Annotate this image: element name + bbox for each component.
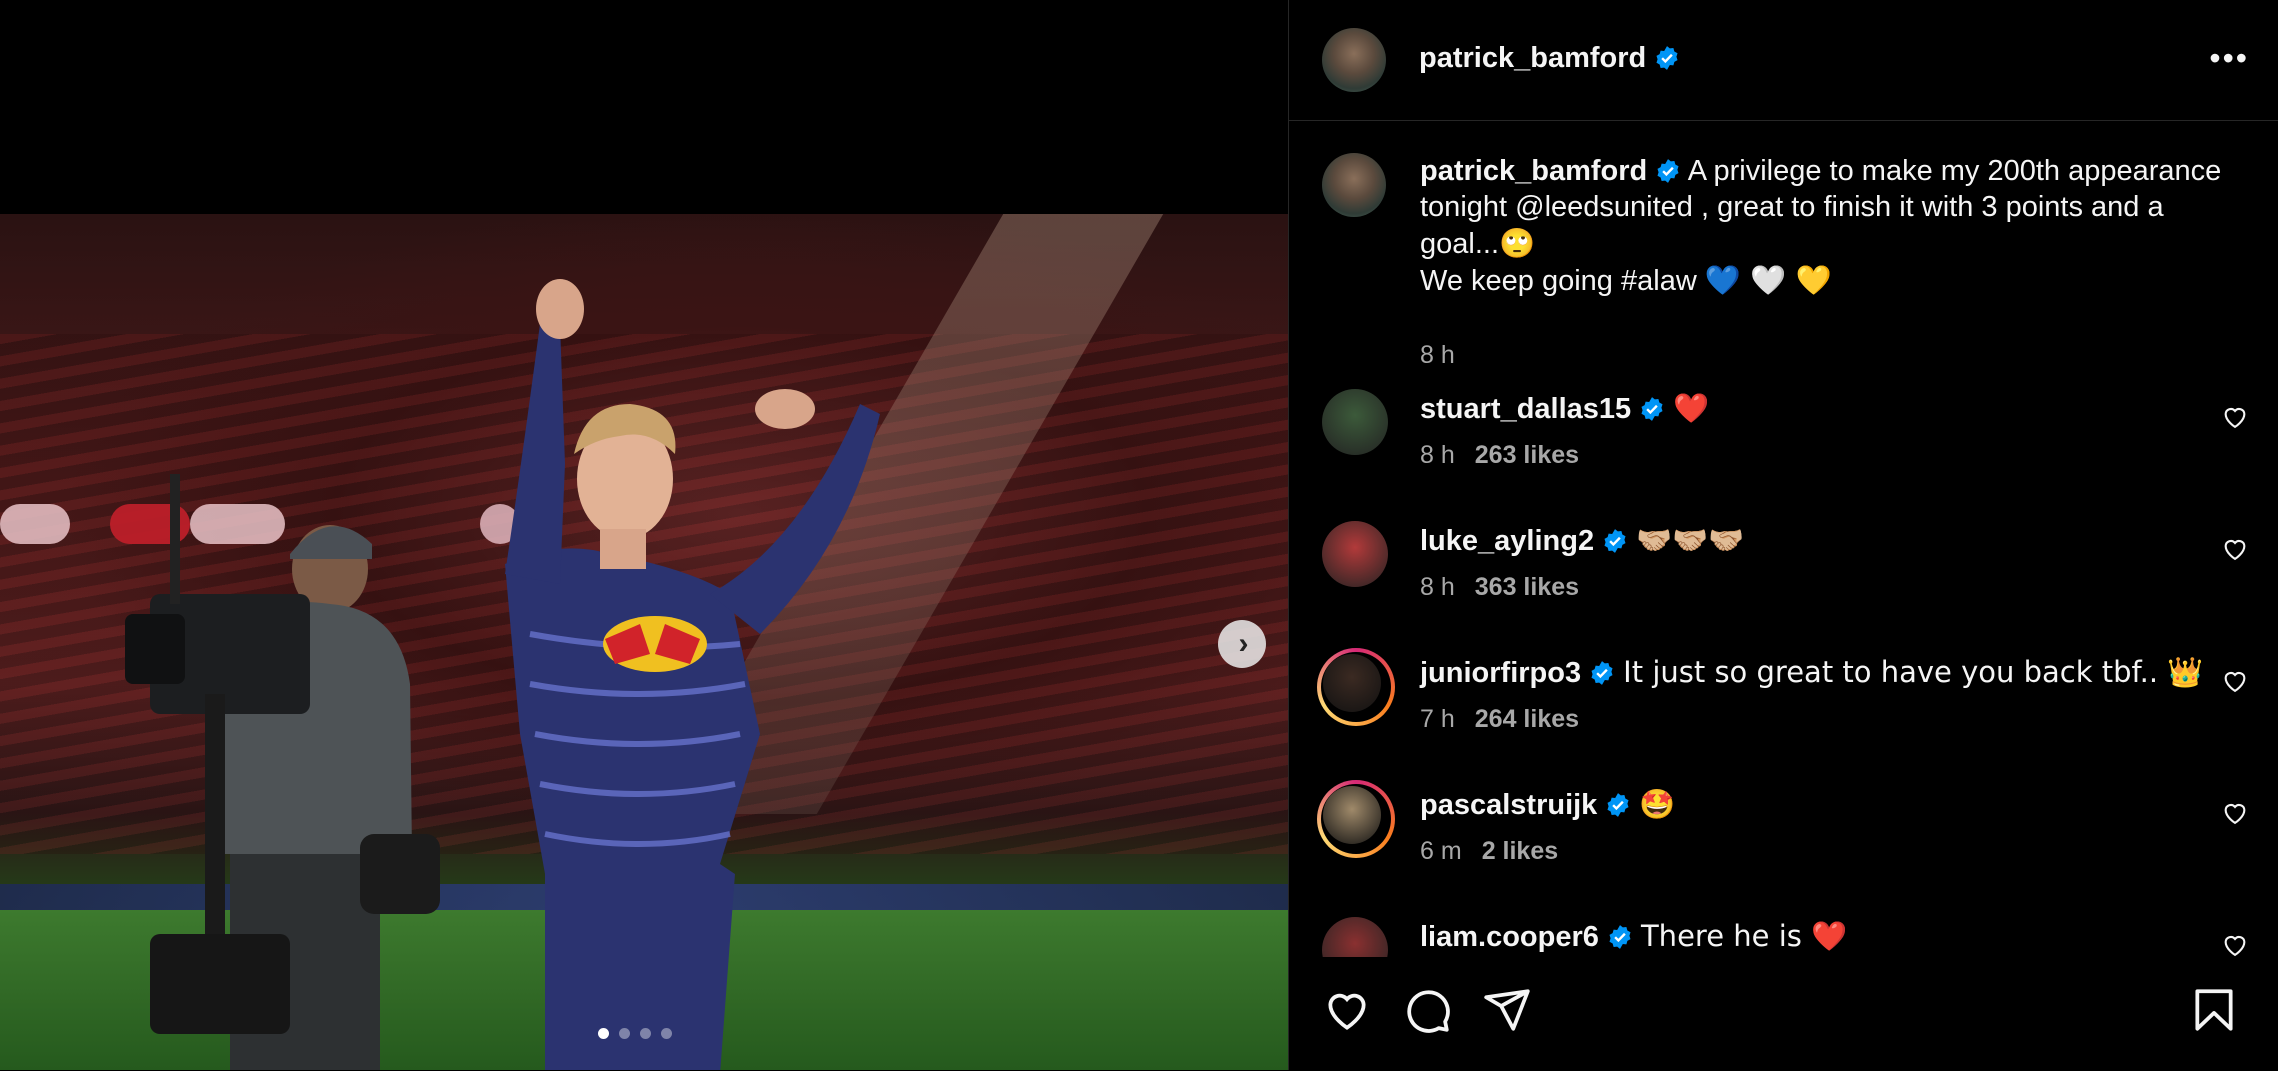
bookmark-icon[interactable] <box>2189 985 2239 1035</box>
comment-text: luke_ayling2 🤝🏼🤝🏼🤝🏼 <box>1420 523 1744 558</box>
comment-timestamp: 6 m <box>1420 837 1462 865</box>
comment-timestamp: 8 h <box>1420 441 1455 469</box>
commenter-avatar[interactable] <box>1322 521 1388 587</box>
photo-subjects <box>0 214 1288 1070</box>
comment-meta: 6 m 2 likes <box>1420 837 1558 866</box>
comment-likes[interactable]: 363 likes <box>1475 573 1579 601</box>
story-ring[interactable] <box>1317 780 1395 858</box>
verified-badge-icon <box>1657 159 1679 183</box>
commenter-avatar[interactable] <box>1322 917 1388 957</box>
chevron-right-icon: › <box>1238 627 1249 660</box>
comment-username[interactable]: juniorfirpo3 <box>1420 657 1581 689</box>
comment-body: ❤️ <box>1673 391 1710 425</box>
verified-badge-icon <box>1591 661 1613 685</box>
camera-operator <box>125 474 440 1070</box>
author-avatar[interactable] <box>1322 153 1386 217</box>
share-icon[interactable] <box>1482 985 1532 1035</box>
caption-body-2: We keep going #alaw <box>1420 265 1697 297</box>
verified-badge-icon <box>1609 925 1631 949</box>
comment-timestamp: 7 h <box>1420 705 1455 733</box>
post-header: patrick_bamford ••• <box>1289 0 2278 121</box>
comment-text: stuart_dallas15 ❤️ <box>1420 391 1709 426</box>
comment-meta: 7 h 264 likes <box>1420 705 1579 734</box>
comment-likes[interactable]: 264 likes <box>1475 705 1579 733</box>
author-avatar[interactable] <box>1322 28 1386 92</box>
comment-row: juniorfirpo3 It just so great to have yo… <box>1317 648 2249 763</box>
comment-likes[interactable]: 263 likes <box>1475 441 1579 469</box>
comment-username[interactable]: liam.cooper6 <box>1420 921 1599 953</box>
comment-timestamp: 8 h <box>1420 573 1455 601</box>
comment-row: liam.cooper6 There he is ❤️ <box>1322 917 2249 957</box>
author-username[interactable]: patrick_bamford <box>1419 42 1680 75</box>
post-photo[interactable] <box>0 214 1288 1070</box>
carousel-dot <box>640 1028 651 1039</box>
comment-username[interactable]: luke_ayling2 <box>1420 525 1594 557</box>
heart-icon[interactable] <box>2221 799 2249 827</box>
heart-icon[interactable] <box>2221 931 2249 957</box>
next-slide-button[interactable]: › <box>1218 620 1266 668</box>
post-sidebar: patrick_bamford ••• patrick_bamford A pr… <box>1288 0 2278 1070</box>
comment-meta: 8 h 363 likes <box>1420 573 1579 602</box>
verified-badge-icon <box>1607 793 1629 817</box>
comment-row: pascalstruijk 🤩 6 m 2 likes <box>1317 780 2249 895</box>
comment-row: stuart_dallas15 ❤️ 8 h 263 likes <box>1322 389 2249 499</box>
comment-username[interactable]: pascalstruijk <box>1420 789 1597 821</box>
carousel-dot <box>661 1028 672 1039</box>
more-options-icon[interactable]: ••• <box>2209 42 2249 74</box>
comment-text: juniorfirpo3 It just so great to have yo… <box>1420 655 2203 690</box>
verified-badge-icon <box>1656 46 1678 70</box>
commenter-avatar[interactable] <box>1323 654 1381 712</box>
comment-meta: 8 h 263 likes <box>1420 441 1579 470</box>
story-ring[interactable] <box>1317 648 1395 726</box>
caption-username[interactable]: patrick_bamford <box>1420 155 1647 187</box>
comment-body: There he is ❤️ <box>1640 919 1848 953</box>
comment-icon[interactable] <box>1402 985 1452 1035</box>
carousel-dot <box>619 1028 630 1039</box>
post-media[interactable]: › <box>0 0 1288 1070</box>
action-bar <box>1289 958 2278 1071</box>
heart-icon[interactable] <box>2221 535 2249 563</box>
comment-likes[interactable]: 2 likes <box>1482 837 1558 865</box>
caption-emoji: 🙄 <box>1499 226 1536 260</box>
comment-text: liam.cooper6 There he is ❤️ <box>1420 919 1847 954</box>
heart-icon[interactable] <box>2221 403 2249 431</box>
comment-row: luke_ayling2 🤝🏼🤝🏼🤝🏼 8 h 363 likes <box>1322 521 2249 631</box>
verified-badge-icon <box>1604 529 1626 553</box>
comment-text: pascalstruijk 🤩 <box>1420 787 1676 822</box>
carousel-indicator <box>598 1028 672 1039</box>
carousel-dot <box>598 1028 609 1039</box>
caption-text: patrick_bamford A privilege to make my 2… <box>1420 153 2240 299</box>
heart-icon[interactable] <box>2221 667 2249 695</box>
comment-username[interactable]: stuart_dallas15 <box>1420 393 1631 425</box>
comment-body: 🤩 <box>1639 787 1676 821</box>
player <box>505 279 880 1070</box>
caption-emoji: 💙 🤍 💛 <box>1704 263 1832 297</box>
verified-badge-icon <box>1641 397 1663 421</box>
heart-icon[interactable] <box>1322 985 1372 1035</box>
comment-body: It just so great to have you back tbf.. … <box>1623 655 2204 689</box>
caption-timestamp: 8 h <box>1420 341 1455 369</box>
commenter-avatar[interactable] <box>1323 786 1381 844</box>
comment-body: 🤝🏼🤝🏼🤝🏼 <box>1636 523 1745 557</box>
comments-list[interactable]: patrick_bamford A privilege to make my 2… <box>1289 121 2278 957</box>
commenter-avatar[interactable] <box>1322 389 1388 455</box>
